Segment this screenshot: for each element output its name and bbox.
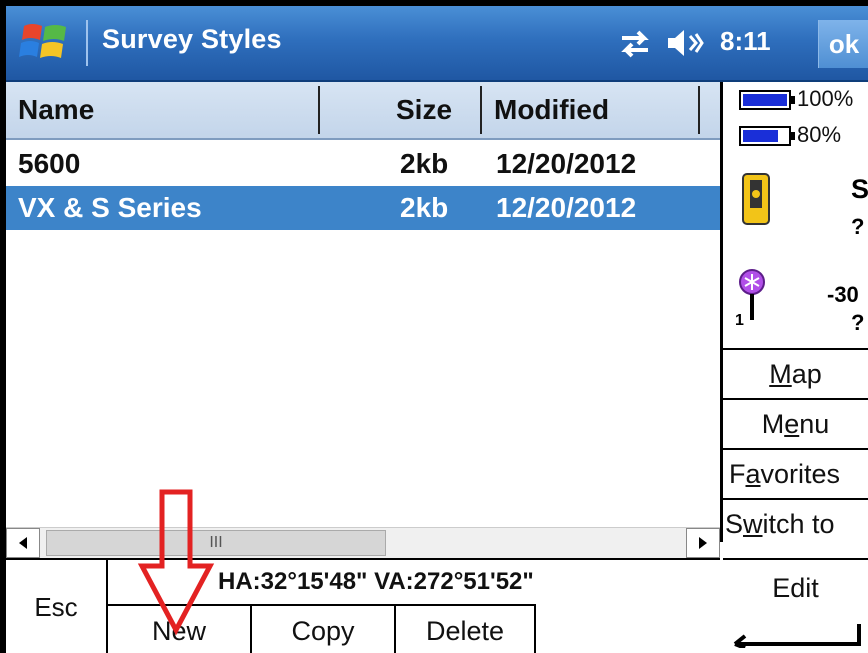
column-header-modified[interactable]: Modified [494,82,609,138]
edit-button[interactable]: Edit [723,558,868,653]
battery-1-percent: 100% [797,86,854,111]
instrument-status: ? [851,214,865,239]
battery-1-fill [743,94,787,106]
enter-key-icon [733,624,861,648]
battery-2-icon [739,126,795,146]
battery-1-icon [739,90,795,110]
list-header: Name Size Modified [6,82,720,140]
menu-label-pre: M [761,409,785,439]
connectivity-icon[interactable] [618,26,652,60]
menu-hotkey: e [784,409,800,439]
left-arrow-icon [19,537,27,549]
target-index: 1 [735,312,744,329]
windows-start-icon[interactable] [18,20,70,64]
horizontal-scrollbar[interactable]: III [6,527,720,558]
column-header-name[interactable]: Name [18,82,94,138]
esc-button[interactable]: Esc [6,560,108,653]
title-bar: Survey Styles 8:11 ok [6,6,868,82]
menu-button[interactable]: Menu [723,398,868,448]
total-station-icon[interactable] [739,170,773,230]
column-header-size[interactable]: Size [396,82,452,138]
edit-label: Edit [772,573,819,603]
favorites-button[interactable]: Favorites [723,448,868,498]
target-value: -30 [827,282,859,307]
angle-readout: HA:32°15'48" VA:272°51'52" [218,568,534,595]
clock[interactable]: 8:11 [720,26,771,57]
scroll-right-button[interactable] [686,528,720,558]
copy-button[interactable]: Copy [250,604,396,653]
list-row[interactable]: 5600 2kb 12/20/2012 [6,142,720,186]
menu-label-rest: nu [799,409,830,439]
switch-label-pre: S [725,509,744,539]
column-divider[interactable] [318,86,320,134]
map-label-rest: ap [791,359,822,389]
row-size: 2kb [400,192,449,223]
status-panel: 100% 80% S ? 1 -30 ? Map Menu Favorites [723,82,868,653]
delete-button[interactable]: Delete [394,604,536,653]
row-name: 5600 [18,148,81,179]
scroll-thumb[interactable]: III [46,530,386,556]
favorites-hotkey: a [745,459,761,489]
bottom-bar: Esc HA:32°15'48" VA:272°51'52" New Copy … [6,558,720,653]
right-arrow-icon [699,537,707,549]
annotation-arrow-icon [137,489,215,636]
scroll-left-button[interactable] [6,528,40,558]
switch-label-rest: itch to [762,509,835,539]
instrument-letter: S [851,174,868,204]
map-hotkey: M [769,359,792,389]
column-divider[interactable] [480,86,482,134]
map-button[interactable]: Map [723,348,868,398]
target-status: ? [851,310,865,335]
favorites-label-rest: vorites [760,459,841,489]
device-screen: Survey Styles 8:11 ok Name Size Modified… [6,6,868,653]
favorites-label-pre: F [729,459,746,489]
row-size: 2kb [400,148,449,179]
page-title: Survey Styles [102,24,282,54]
survey-styles-list: Name Size Modified 5600 2kb 12/20/2012 V… [6,82,723,558]
column-divider[interactable] [698,86,700,134]
ok-button[interactable]: ok [818,20,868,68]
switch-hotkey: w [743,509,763,539]
battery-2-fill [743,130,779,142]
volume-icon[interactable] [666,26,706,60]
row-modified: 12/20/2012 [496,192,637,223]
row-name: VX & S Series [18,192,202,223]
switch-to-button[interactable]: Switch to [723,498,868,548]
row-modified: 12/20/2012 [496,148,637,179]
list-row-selected[interactable]: VX & S Series 2kb 12/20/2012 [6,186,720,230]
battery-2-percent: 80% [797,122,842,147]
title-separator [86,20,88,66]
